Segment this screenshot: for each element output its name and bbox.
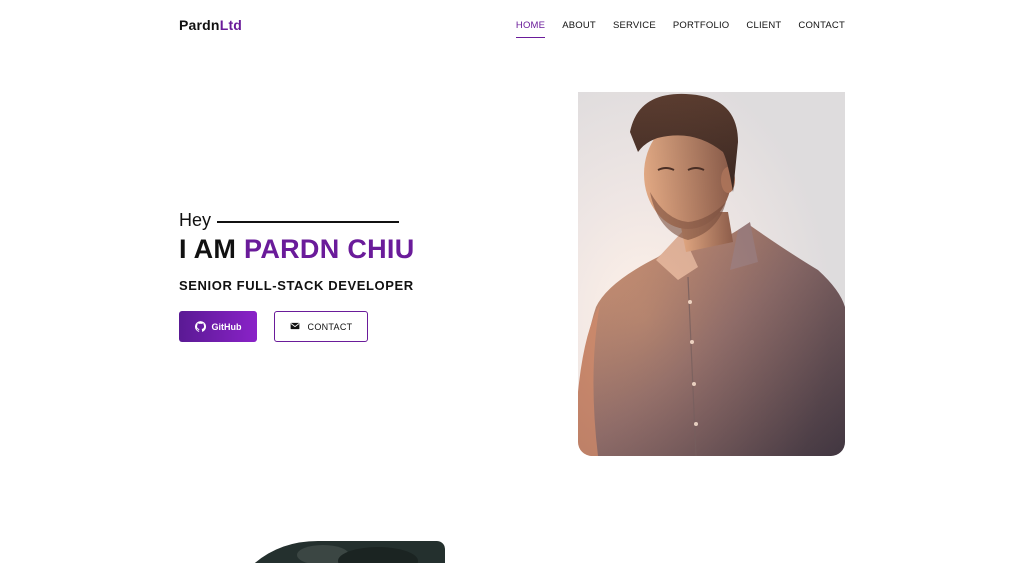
headline-prefix: I AM	[179, 234, 237, 264]
github-button-label: GitHub	[211, 321, 242, 332]
contact-button-label: CONTACT	[307, 321, 353, 332]
greeting-divider	[217, 220, 400, 223]
main-menu: HOME ABOUT SERVICE PORTFOLIO CLIENT CONT…	[515, 20, 845, 38]
envelope-icon	[290, 321, 301, 332]
hero-portrait-image	[578, 92, 845, 456]
contact-button[interactable]: CONTACT	[274, 311, 368, 342]
brand-name-main: Pardn	[179, 17, 220, 33]
brand-logo[interactable]: PardnLtd	[179, 17, 242, 33]
top-nav: PardnLtd HOME ABOUT SERVICE PORTFOLIO CL…	[0, 0, 1024, 52]
nav-item-portfolio[interactable]: PORTFOLIO	[673, 20, 730, 37]
github-icon	[194, 321, 206, 332]
nav-item-client[interactable]: CLIENT	[746, 20, 781, 37]
nav-item-about[interactable]: ABOUT	[562, 20, 596, 37]
page: PardnLtd HOME ABOUT SERVICE PORTFOLIO CL…	[0, 0, 1024, 563]
hero-role: SENIOR FULL-STACK DEVELOPER	[179, 278, 414, 293]
hero-greeting: Hey	[179, 210, 400, 231]
headline-name: PARDN CHIU	[244, 234, 415, 264]
greeting-text: Hey	[179, 210, 212, 230]
nav-item-service[interactable]: SERVICE	[613, 20, 656, 37]
nav-item-contact[interactable]: CONTACT	[798, 20, 845, 37]
about-section-image	[238, 541, 445, 563]
brand-name-accent: Ltd	[219, 17, 243, 33]
hero-headline: I AM PARDN CHIU	[179, 234, 415, 265]
github-button[interactable]: GitHub	[179, 311, 257, 342]
nav-item-home[interactable]: HOME	[515, 20, 546, 38]
